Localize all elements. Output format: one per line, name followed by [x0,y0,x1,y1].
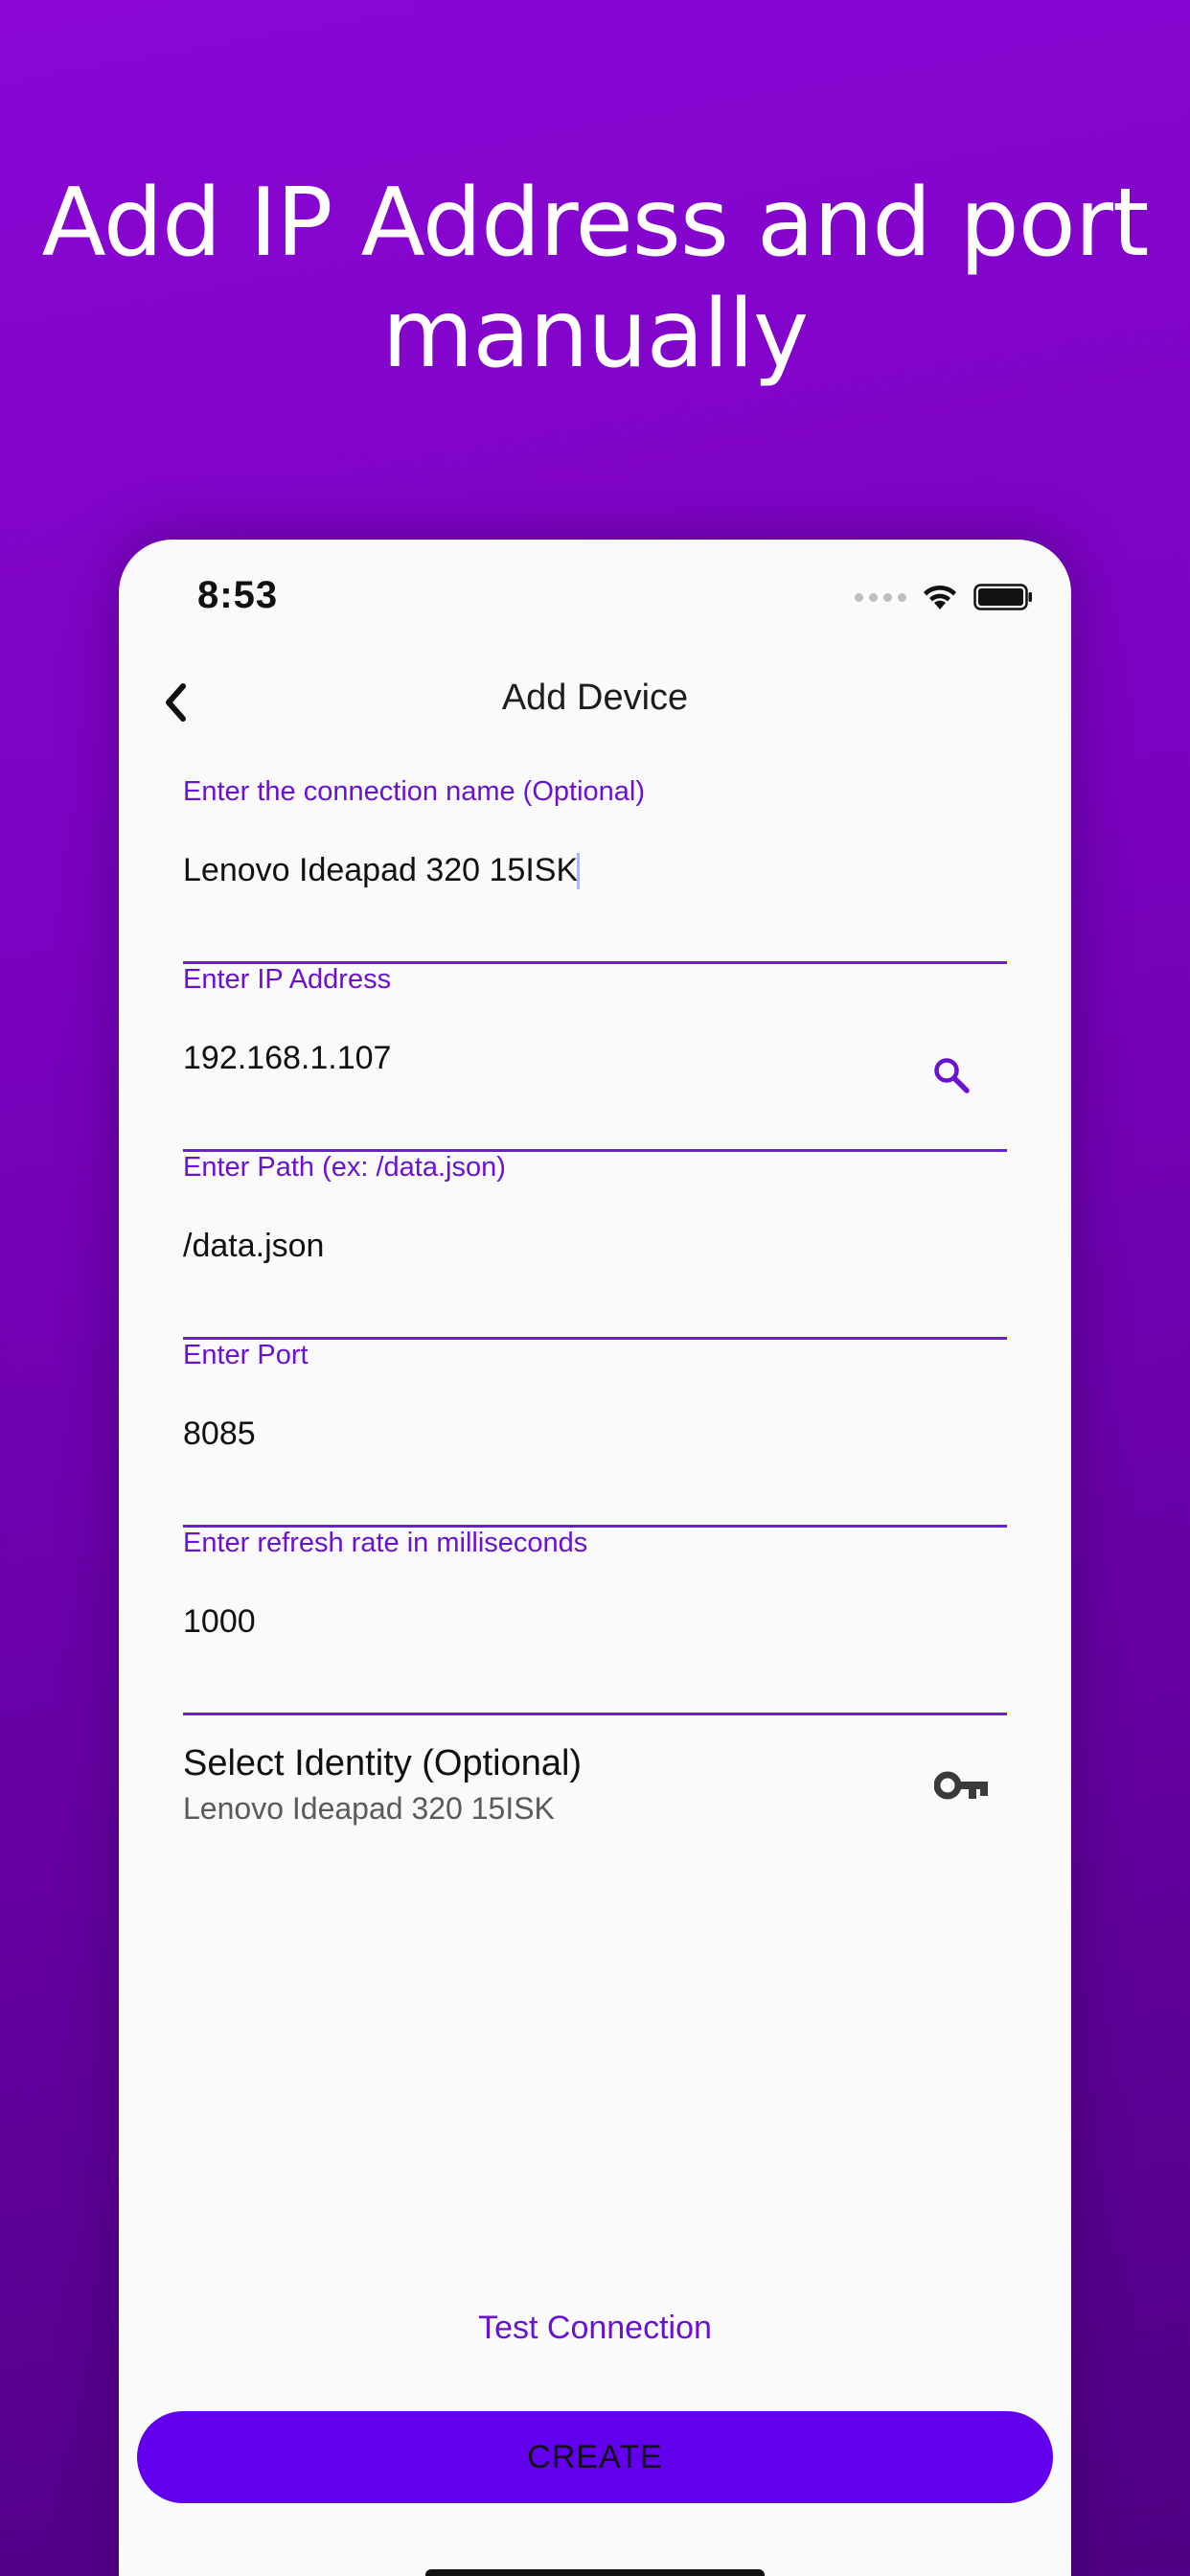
connection-name-input[interactable] [183,834,911,907]
signal-icon [855,592,906,602]
text-cursor [577,853,580,889]
port-field[interactable]: Enter Port [183,1340,1007,1528]
select-identity-item[interactable]: Select Identity (Optional) Lenovo Ideapa… [183,1737,1007,1843]
ip-address-field[interactable]: Enter IP Address [183,964,1007,1152]
promo-headline: Add IP Address and port manually [41,169,1150,389]
port-label: Enter Port [183,1340,309,1370]
connection-name-field[interactable]: Enter the connection name (Optional) [183,776,1007,964]
search-ip-button[interactable] [925,1048,978,1102]
test-connection-button[interactable]: Test Connection [119,2310,1071,2347]
status-time: 8:53 [197,574,279,616]
page-title: Add Device [501,678,689,718]
refresh-rate-field[interactable]: Enter refresh rate in milliseconds [183,1528,1007,1715]
phone-screen: 8:53 Add Device Enter the connection nam… [119,540,1071,2576]
path-input[interactable] [183,1209,911,1282]
connection-name-label: Enter the connection name (Optional) [183,776,645,807]
search-icon [934,1058,970,1093]
ip-address-input[interactable] [183,1022,911,1094]
refresh-rate-label: Enter refresh rate in milliseconds [183,1528,588,1558]
identity-title: Select Identity (Optional) [183,1743,583,1783]
identity-subtitle: Lenovo Ideapad 320 15ISK [183,1791,555,1826]
battery-icon [973,584,1032,610]
path-label: Enter Path (ex: /data.json) [183,1152,506,1183]
nav-bar: Add Device [119,655,1071,750]
key-icon [934,1771,988,1800]
wifi-icon [924,585,956,610]
port-input[interactable] [183,1397,911,1470]
home-indicator [425,2569,765,2576]
ip-address-label: Enter IP Address [183,964,392,995]
refresh-rate-input[interactable] [183,1585,911,1658]
create-button[interactable]: CREATE [137,2411,1053,2503]
path-field[interactable]: Enter Path (ex: /data.json) [183,1152,1007,1340]
status-icons [855,578,1033,616]
